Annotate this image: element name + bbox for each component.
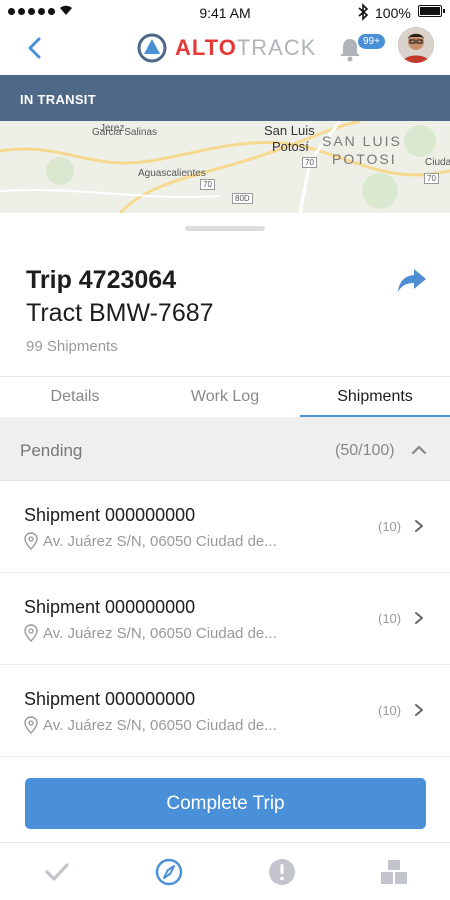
map-label-ciudad: Ciuda xyxy=(425,157,450,168)
tab-bar: Details Work Log Shipments xyxy=(0,376,450,417)
tab-work-log[interactable]: Work Log xyxy=(150,377,300,417)
status-bar: 9:41 AM 100% xyxy=(0,0,450,26)
map-label-san-luis: San Luis xyxy=(264,123,315,138)
shipment-count: (10) xyxy=(378,611,402,626)
location-pin-icon xyxy=(24,624,38,642)
pending-count: (50/100) xyxy=(335,442,395,459)
shipment-title: Shipment 000000000 xyxy=(24,597,196,617)
map-label-potosi: Potosí xyxy=(272,139,309,154)
status-banner: IN TRANSIT xyxy=(0,75,450,121)
tab-details[interactable]: Details xyxy=(0,377,150,417)
notification-badge: 99+ xyxy=(358,34,385,49)
route-map[interactable]: Jerez Garcia Salinas San Luis Potosí SAN… xyxy=(0,121,450,213)
list-item[interactable]: Shipment 000000000 Av. Juárez S/N, 06050… xyxy=(0,665,450,757)
map-label-state-2: POTOSI xyxy=(332,151,397,167)
chevron-right-icon xyxy=(415,704,423,716)
app-logo: ALTOTRACK xyxy=(137,33,316,63)
check-icon[interactable] xyxy=(42,857,72,887)
trip-shipment-count: 99 Shipments xyxy=(26,338,118,355)
complete-trip-button[interactable]: Complete Trip xyxy=(25,778,426,829)
battery-icon xyxy=(418,5,445,17)
boxes-icon[interactable] xyxy=(379,857,409,887)
share-icon[interactable] xyxy=(396,265,428,295)
logo-text-track: TRACK xyxy=(236,35,317,60)
trip-title: Trip 4723064 xyxy=(26,266,177,294)
shipment-title: Shipment 000000000 xyxy=(24,689,196,709)
shipment-count: (10) xyxy=(378,703,402,718)
bluetooth-icon xyxy=(358,3,369,21)
shipment-count: (10) xyxy=(378,519,402,534)
alert-icon[interactable] xyxy=(267,857,297,887)
list-item[interactable]: Shipment 000000000 Av. Juárez S/N, 06050… xyxy=(0,481,450,573)
shipment-title: Shipment 000000000 xyxy=(24,505,196,525)
location-pin-icon xyxy=(24,716,38,734)
trip-vehicle: Tract BMW-7687 xyxy=(26,299,214,327)
compass-icon[interactable] xyxy=(154,857,184,887)
route-shield: 80D xyxy=(232,193,253,204)
map-label-garcia: Garcia Salinas xyxy=(92,127,158,138)
app-header: ALTOTRACK 99+ xyxy=(0,24,450,72)
map-label-state-1: SAN LUIS xyxy=(322,133,402,149)
logo-mark-icon xyxy=(137,33,167,63)
route-shield: 70 xyxy=(302,157,317,168)
route-shield: 70 xyxy=(424,173,439,184)
battery-percent: 100% xyxy=(375,5,411,21)
list-item[interactable]: Shipment 000000000 Av. Juárez S/N, 06050… xyxy=(0,573,450,665)
chevron-right-icon xyxy=(415,520,423,532)
logo-text-alto: ALTO xyxy=(175,35,237,60)
back-arrow-icon[interactable] xyxy=(22,34,50,62)
shipment-address: Av. Juárez S/N, 06050 Ciudad de... xyxy=(43,717,277,734)
drag-handle[interactable] xyxy=(185,226,265,231)
map-label-aguascalientes: Aguascalientes xyxy=(138,168,206,179)
bottom-nav xyxy=(0,842,450,900)
chevron-up-icon[interactable] xyxy=(410,442,428,458)
pending-section-header[interactable]: Pending (50/100) xyxy=(0,417,450,481)
shipment-address: Av. Juárez S/N, 06050 Ciudad de... xyxy=(43,625,277,642)
location-pin-icon xyxy=(24,532,38,550)
chevron-right-icon xyxy=(415,612,423,624)
logo-text: ALTOTRACK xyxy=(175,35,316,61)
pending-label: Pending xyxy=(20,441,83,460)
avatar[interactable] xyxy=(398,27,434,63)
route-shield: 70 xyxy=(200,179,215,190)
tab-shipments[interactable]: Shipments xyxy=(300,377,450,417)
shipment-address: Av. Juárez S/N, 06050 Ciudad de... xyxy=(43,533,277,550)
